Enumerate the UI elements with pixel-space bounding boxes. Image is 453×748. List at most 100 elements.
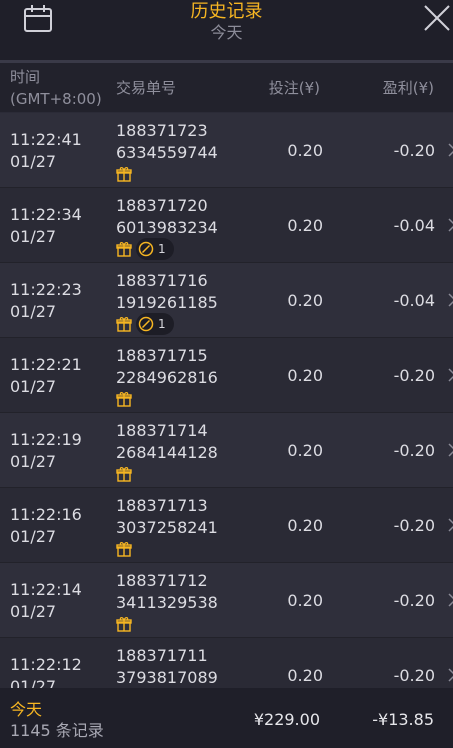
bonus-badge: 1 bbox=[136, 238, 174, 260]
record-bet: 0.20 bbox=[287, 516, 323, 535]
gift-icon bbox=[116, 616, 132, 632]
record-icons bbox=[116, 389, 132, 409]
record-icons bbox=[116, 464, 132, 484]
record-date-value: 01/27 bbox=[10, 152, 57, 171]
record-profit: -0.04 bbox=[393, 291, 435, 310]
record-time: 11:22:19 01/27 bbox=[10, 429, 82, 473]
record-bet: 0.20 bbox=[287, 366, 323, 385]
record-profit: -0.20 bbox=[393, 441, 435, 460]
total-bet: ¥229.00 bbox=[253, 710, 320, 729]
record-date-value: 01/27 bbox=[10, 602, 57, 621]
record-time: 11:22:16 01/27 bbox=[10, 504, 82, 548]
record-time-value: 11:22:41 bbox=[10, 130, 82, 149]
record-order-id-line2: 6013983234 bbox=[116, 218, 218, 237]
record-row[interactable]: 11:22:41 01/27 188371723 6334559744 0.20 -0.2… bbox=[0, 113, 453, 188]
record-time-value: 11:22:16 bbox=[10, 505, 82, 524]
page-subtitle: 今天 bbox=[210, 23, 243, 42]
record-time: 11:22:21 01/27 bbox=[10, 354, 82, 398]
record-order-id: 188371711 3793817089 bbox=[116, 645, 218, 688]
record-order-id-line1: 188371711 bbox=[116, 646, 208, 665]
record-row[interactable]: 11:22:19 01/27 188371714 2684144128 0.20 -0.2… bbox=[0, 413, 453, 488]
record-order-id: 188371715 2284962816 bbox=[116, 345, 218, 389]
record-bet: 0.20 bbox=[287, 666, 323, 685]
record-date-value: 01/27 bbox=[10, 452, 57, 471]
record-list[interactable]: 11:22:41 01/27 188371723 6334559744 0.20 -0.2… bbox=[0, 113, 453, 688]
record-order-id-line2: 1919261185 bbox=[116, 293, 218, 312]
record-profit: -0.20 bbox=[393, 591, 435, 610]
record-profit: -0.20 bbox=[393, 366, 435, 385]
record-row[interactable]: 11:22:23 01/27 188371716 1919261185 1 0.20 -0.… bbox=[0, 263, 453, 338]
column-timezone-label: (GMT+8:00) bbox=[10, 90, 102, 108]
record-icons: 1 bbox=[116, 313, 174, 335]
record-profit: -0.20 bbox=[393, 141, 435, 160]
close-icon[interactable] bbox=[421, 2, 453, 34]
record-date-value: 01/27 bbox=[10, 227, 57, 246]
column-time: 时间 (GMT+8:00) bbox=[10, 66, 120, 110]
bonus-icon bbox=[138, 316, 154, 332]
record-time-value: 11:22:23 bbox=[10, 280, 82, 299]
record-time: 11:22:12 01/27 bbox=[10, 654, 82, 688]
record-row[interactable]: 11:22:16 01/27 188371713 3037258241 0.20 -0.2… bbox=[0, 488, 453, 563]
record-row[interactable]: 11:22:12 01/27 188371711 3793817089 0.20 -0.2… bbox=[0, 638, 453, 688]
record-order-id-line1: 188371712 bbox=[116, 571, 208, 590]
record-date-value: 01/27 bbox=[10, 302, 57, 321]
record-order-id-line2: 3411329538 bbox=[116, 593, 218, 612]
chevron-right-icon bbox=[447, 367, 453, 383]
record-time-value: 11:22:34 bbox=[10, 205, 82, 224]
record-time-value: 11:22:19 bbox=[10, 430, 82, 449]
chevron-right-icon bbox=[447, 292, 453, 308]
record-order-id-line1: 188371720 bbox=[116, 196, 208, 215]
total-profit: -¥13.85 bbox=[372, 710, 434, 729]
record-icons bbox=[116, 539, 132, 559]
record-time-value: 11:22:14 bbox=[10, 580, 82, 599]
record-time: 11:22:23 01/27 bbox=[10, 279, 82, 323]
record-time: 11:22:14 01/27 bbox=[10, 579, 82, 623]
record-order-id: 188371720 6013983234 bbox=[116, 195, 218, 239]
record-time: 11:22:41 01/27 bbox=[10, 129, 82, 173]
record-order-id-line1: 188371716 bbox=[116, 271, 208, 290]
bonus-count: 1 bbox=[158, 242, 166, 256]
record-profit: -0.04 bbox=[393, 216, 435, 235]
record-row[interactable]: 11:22:21 01/27 188371715 2284962816 0.20 -0.2… bbox=[0, 338, 453, 413]
record-row[interactable]: 11:22:14 01/27 188371712 3411329538 0.20 -0.2… bbox=[0, 563, 453, 638]
bonus-count: 1 bbox=[158, 317, 166, 331]
chevron-right-icon bbox=[447, 442, 453, 458]
record-icons bbox=[116, 614, 132, 634]
record-order-id: 188371716 1919261185 bbox=[116, 270, 218, 314]
record-date-value: 01/27 bbox=[10, 377, 57, 396]
gift-icon bbox=[116, 316, 132, 332]
record-order-id-line1: 188371713 bbox=[116, 496, 208, 515]
summary-label: 今天 bbox=[10, 700, 43, 719]
chevron-right-icon bbox=[447, 592, 453, 608]
record-time-value: 11:22:21 bbox=[10, 355, 82, 374]
record-order-id: 188371723 6334559744 bbox=[116, 120, 218, 164]
record-time-value: 11:22:12 bbox=[10, 655, 82, 674]
gift-icon bbox=[116, 241, 132, 257]
chevron-right-icon bbox=[447, 217, 453, 233]
gift-icon bbox=[116, 391, 132, 407]
column-profit: 盈利(¥) bbox=[382, 79, 434, 97]
record-count: 1145 条记录 bbox=[10, 721, 104, 740]
summary-footer: 今天 1145 条记录 ¥229.00 -¥13.85 bbox=[0, 688, 453, 748]
bonus-badge: 1 bbox=[136, 313, 174, 335]
record-bet: 0.20 bbox=[287, 216, 323, 235]
record-order-id: 188371714 2684144128 bbox=[116, 420, 218, 464]
record-time: 11:22:34 01/27 bbox=[10, 204, 82, 248]
column-order-id: 交易单号 bbox=[116, 79, 177, 97]
record-icons bbox=[116, 164, 132, 184]
record-profit: -0.20 bbox=[393, 666, 435, 685]
chevron-right-icon bbox=[447, 667, 453, 683]
column-time-label: 时间 bbox=[10, 68, 41, 86]
page-title: 历史记录 bbox=[190, 1, 263, 22]
record-order-id-line2: 3037258241 bbox=[116, 518, 218, 537]
bonus-icon bbox=[138, 241, 154, 257]
record-profit: -0.20 bbox=[393, 516, 435, 535]
record-order-id-line1: 188371723 bbox=[116, 121, 208, 140]
column-header: 时间 (GMT+8:00) 交易单号 投注(¥) 盈利(¥) bbox=[0, 63, 453, 112]
record-order-id-line2: 3793817089 bbox=[116, 668, 218, 687]
record-row[interactable]: 11:22:34 01/27 188371720 6013983234 1 0.20 -0.… bbox=[0, 188, 453, 263]
record-date-value: 01/27 bbox=[10, 527, 57, 546]
gift-icon bbox=[116, 541, 132, 557]
record-order-id-line1: 188371714 bbox=[116, 421, 208, 440]
record-bet: 0.20 bbox=[287, 141, 323, 160]
